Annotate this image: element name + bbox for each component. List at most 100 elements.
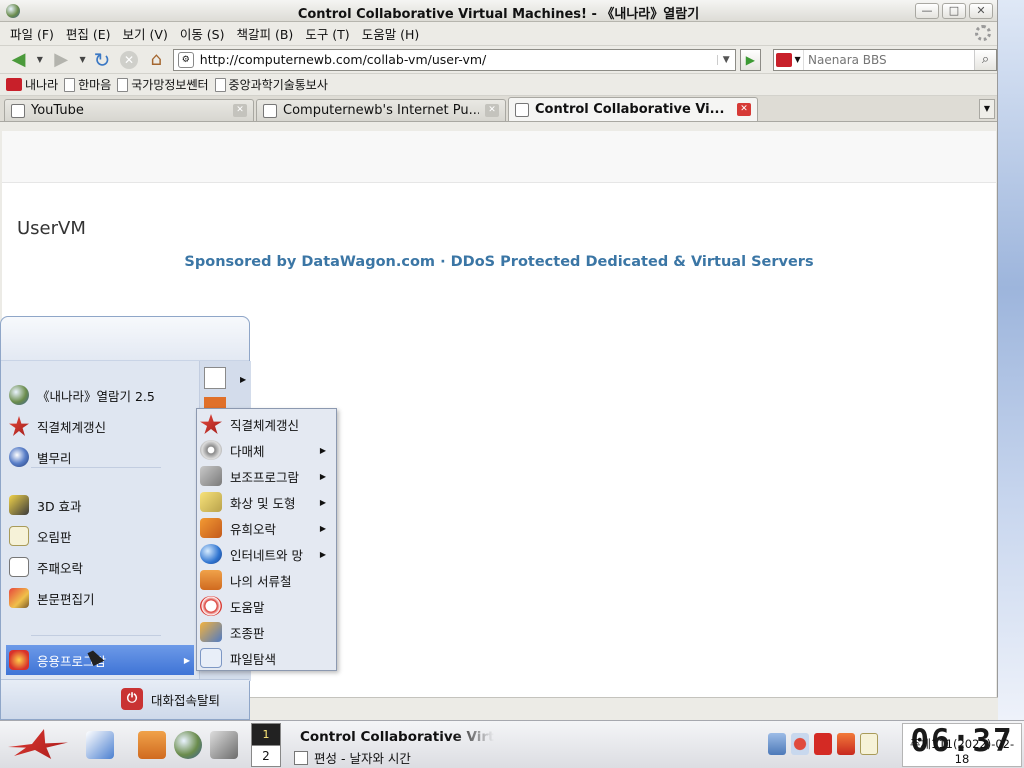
globe-icon [9,385,29,405]
workspace-1[interactable]: 1 [252,724,280,746]
site-identity-icon[interactable]: ⚙ [177,51,194,68]
sub-item-accessories[interactable]: 보조프로그람 ▶ [200,463,334,489]
bookmark-network-center[interactable]: 국가망정보쎈터 [117,76,209,93]
maximize-button[interactable]: □ [942,3,966,19]
3d-effect-icon [9,495,29,515]
tab-strip: YouTube ✕ Computernewb's Internet Pu... … [0,96,997,122]
sub-item-label: 인터네트와 망 [230,547,303,563]
start-item-3d-effect[interactable]: 3D 효과 [9,492,195,518]
window-title: Control Collaborative Virtual Machines! … [297,7,700,22]
page-icon [11,103,25,118]
stop-icon[interactable]: ✕ [117,48,142,72]
menu-file[interactable]: 파일 (F) [4,24,60,43]
applications-icon [9,650,29,670]
red-star-icon [8,729,68,759]
minimize-button[interactable]: — [915,3,939,19]
url-history-dropdown-icon[interactable]: ▼ [716,54,735,65]
menu-view[interactable]: 보기 (V) [117,24,174,43]
sub-item-label: 도움말 [230,599,265,615]
network-icon[interactable] [768,733,786,755]
sub-item-internet[interactable]: 인터네트와 망 ▶ [200,541,334,567]
submenu-arrow-icon: ▶ [319,471,326,481]
back-icon[interactable]: ◀ [4,48,33,72]
search-engine-selector[interactable]: ▼ [774,49,805,70]
sub-item-control-panel[interactable]: 조종판 [200,619,334,645]
sub-item-my-documents[interactable]: 나의 서류철 [200,567,334,593]
bookmark-naenara[interactable]: 내나라 [6,76,58,93]
red-flag-icon[interactable] [814,733,832,755]
browser-launcher-icon[interactable] [174,731,202,759]
bookmark-hanmaeum[interactable]: 한마음 [64,76,111,93]
menu-edit[interactable]: 편집 (E) [60,24,117,43]
start-button[interactable] [8,729,72,761]
tab-list-dropdown-icon[interactable]: ▼ [979,99,995,119]
stars-icon [9,447,29,467]
media-launcher-icon[interactable] [210,731,238,759]
submenu-arrow-icon: ▶ [240,375,247,384]
network-disconnected-icon[interactable] [791,733,809,755]
keyboard-layout-icon[interactable] [860,733,878,755]
menu-help[interactable]: 도움말 (H) [356,24,426,43]
site-favicon-icon [263,103,277,118]
page-title: UserVM [17,218,86,239]
reload-icon[interactable]: ↻ [89,48,114,72]
menu-go[interactable]: 이동 (S) [174,24,231,43]
sub-item-multimedia[interactable]: 다매체 ▶ [200,437,334,463]
page-icon [117,77,129,92]
text-editor-launcher-icon[interactable] [86,731,114,759]
search-input[interactable] [804,49,975,70]
cards-icon [9,557,29,577]
url-bar[interactable]: ⚙ http://computernewb.com/collab-vm/user… [172,48,736,71]
start-item-update[interactable]: 직결체계갱신 [9,413,195,439]
sponsor-link[interactable]: Sponsored by DataWagon.com · DDoS Protec… [2,254,996,270]
sub-item-label: 직결체계갱신 [230,417,300,433]
page-icon [64,77,76,92]
menu-tools[interactable]: 도구 (T) [299,24,355,43]
sub-item-help[interactable]: 도움말 [200,593,334,619]
file-search-icon [200,648,222,668]
bookmark-label: 국가망정보쎈터 [131,78,209,92]
task-browser[interactable]: Control Collaborative Virtual Machines! … [294,725,494,745]
sub-item-graphics[interactable]: 화상 및 도형 ▶ [200,489,334,515]
start-item-label: 《내나라》열람기 2.5 [37,388,155,404]
task-date-time[interactable]: 편성 - 날자와 시간 [294,748,411,767]
menu-bookmarks[interactable]: 책갈피 (B) [231,24,300,43]
clipboard-icon [9,526,29,546]
menu-separator [31,635,161,636]
logout-button[interactable]: ⏻ 대화접속탈퇴 [121,688,220,710]
sub-item-update[interactable]: 직결체계갱신 [200,411,334,437]
update-notifier-icon[interactable] [837,733,855,755]
url-text[interactable]: http://computernewb.com/collab-vm/user-v… [200,52,717,67]
close-tab-icon[interactable]: ✕ [233,104,247,117]
system-tray [768,733,878,755]
sub-item-games[interactable]: 유희오락 ▶ [200,515,334,541]
start-item-clipboard[interactable]: 오림판 [9,523,195,549]
tab-youtube[interactable]: YouTube ✕ [4,99,254,121]
forward-icon[interactable]: ▶ [47,48,76,72]
search-icon[interactable]: ⌕ [974,49,997,70]
start-item-text-editor[interactable]: 본문편집기 [9,585,195,611]
bookmark-label: 중앙과학기술통보사 [228,78,328,92]
forward-history-dropdown-icon[interactable]: ▼ [78,48,88,72]
close-tab-icon[interactable]: ✕ [485,104,499,117]
close-button[interactable]: ✕ [969,3,993,19]
start-menu-list: 《내나라》열람기 2.5 직결체계갱신 별무리 3D 효과 오림판 주패오락 본… [1,361,199,681]
clock-date: 주체111(2022)-02-18 [909,737,1015,766]
back-history-dropdown-icon[interactable]: ▼ [35,48,45,72]
tab-collab-vm[interactable]: Control Collaborative Vi... ✕ [508,97,758,121]
start-item-browser[interactable]: 《내나라》열람기 2.5 [9,382,195,408]
menu-bar: 파일 (F) 편집 (E) 보기 (V) 이동 (S) 책갈피 (B) 도구 (… [0,22,997,46]
close-tab-icon[interactable]: ✕ [737,103,751,116]
star-update-icon [200,414,222,434]
tab-computernewb[interactable]: Computernewb's Internet Pu... ✕ [256,99,506,121]
file-manager-launcher-icon[interactable] [138,731,166,759]
home-icon[interactable]: ⌂ [144,48,169,72]
clock[interactable]: 06:37 주체111(2022)-02-18 [902,723,1022,767]
sub-item-file-search[interactable]: 파일탐색 [200,645,334,671]
bookmark-science-news[interactable]: 중앙과학기술통보사 [214,76,328,93]
go-button[interactable]: ▶ [739,48,762,71]
workspace-2[interactable]: 2 [252,746,280,766]
document-icon[interactable] [204,367,226,389]
start-item-cards[interactable]: 주패오락 [9,554,195,580]
submenu-arrow-icon: ▶ [319,523,326,533]
